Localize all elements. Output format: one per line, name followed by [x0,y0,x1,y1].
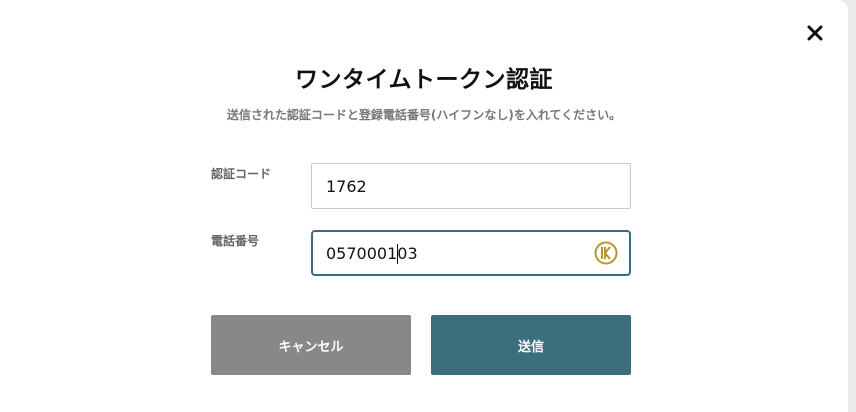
auth-code-field-wrapper [311,163,631,209]
dialog-subtitle: 送信された認証コードと登録電話番号(ハイフンなし)を入れてください。 [226,108,622,122]
close-icon [807,25,823,41]
auth-code-label: 認証コード [211,167,272,181]
phone-number-input[interactable] [326,232,576,274]
close-button[interactable] [803,21,827,45]
submit-button[interactable]: 送信 [431,315,631,375]
keeper-autofill-icon[interactable] [594,241,618,265]
phone-number-label: 電話番号 [211,234,260,248]
otp-dialog: ワンタイムトークン認証 送信された認証コードと登録電話番号(ハイフンなし)を入れ… [0,0,848,412]
cancel-button[interactable]: キャンセル [211,315,411,375]
auth-code-input[interactable] [326,164,576,208]
text-caret [397,244,398,264]
dialog-title: ワンタイムトークン認証 [294,67,554,93]
phone-number-field-wrapper [311,230,631,276]
